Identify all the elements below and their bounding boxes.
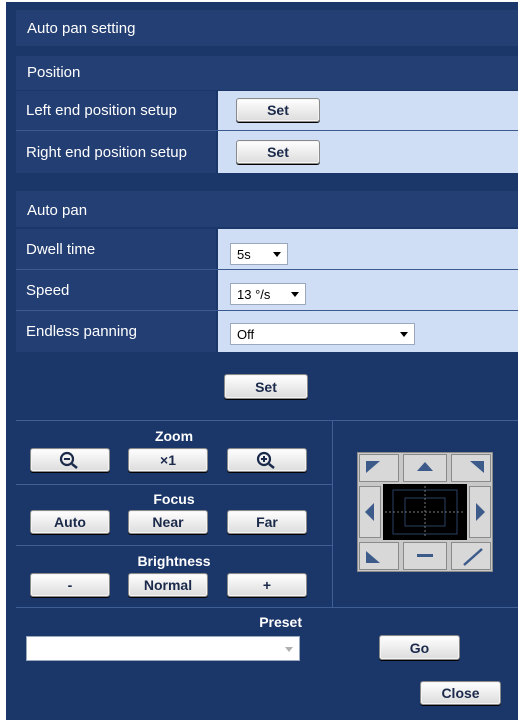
zoom-in-button[interactable] — [227, 448, 307, 472]
pan-up-left-button[interactable] — [359, 454, 399, 482]
endless-panning-select[interactable]: Off — [230, 323, 415, 345]
chevron-down-icon — [285, 647, 293, 652]
left-end-set-button[interactable]: Set — [236, 98, 320, 122]
brightness-plus-button[interactable]: + — [227, 573, 307, 597]
focus-near-button[interactable]: Near — [128, 510, 208, 534]
chevron-down-icon — [273, 252, 281, 257]
preset-go-button[interactable]: Go — [379, 635, 460, 660]
focus-auto-button[interactable]: Auto — [30, 510, 110, 534]
divider — [16, 484, 332, 485]
focus-far-button[interactable]: Far — [227, 510, 307, 534]
arrow-right-icon — [476, 503, 485, 521]
position-section-title: Position — [27, 64, 81, 81]
pan-right-button[interactable] — [469, 486, 491, 538]
zoom-label: Zoom — [154, 428, 194, 444]
dwell-time-label: Dwell time — [16, 229, 216, 269]
zoom-reset-button[interactable]: ×1 — [128, 448, 208, 472]
position-section-header — [16, 56, 518, 90]
tilt-down-button[interactable] — [403, 542, 447, 570]
pan-down-right-button[interactable] — [451, 542, 491, 570]
chevron-down-icon — [400, 332, 408, 337]
close-button[interactable]: Close — [420, 681, 501, 705]
right-end-label: Right end position setup — [16, 131, 216, 173]
pan-up-right-button[interactable] — [451, 454, 491, 482]
divider — [16, 545, 332, 546]
divider — [16, 607, 518, 608]
preset-label: Preset — [259, 614, 302, 630]
page-title: Auto pan setting — [27, 20, 136, 37]
arrow-up-left-icon — [366, 461, 380, 473]
zoom-out-icon — [59, 451, 78, 469]
brightness-label: Brightness — [137, 553, 211, 569]
speed-select[interactable]: 13 °/s — [230, 283, 306, 305]
left-end-label: Left end position setup — [16, 91, 216, 130]
divider — [332, 420, 333, 607]
speed-label: Speed — [16, 270, 216, 310]
divider — [16, 420, 518, 421]
zoom-out-button[interactable] — [30, 448, 110, 472]
endless-panning-label: Endless panning — [16, 311, 216, 352]
endless-panning-value: Off — [237, 326, 255, 342]
ptz-center-view[interactable] — [383, 484, 467, 540]
autopan-section-title: Auto pan — [27, 202, 88, 219]
autopan-section-header — [16, 191, 518, 227]
arrow-down-icon — [417, 554, 433, 557]
pan-left-button[interactable] — [359, 486, 381, 538]
arrow-down-right-icon — [463, 548, 483, 566]
focus-label: Focus — [153, 491, 195, 507]
chevron-down-icon — [291, 292, 299, 297]
arrow-left-icon — [365, 503, 374, 521]
brightness-minus-button[interactable]: - — [30, 573, 110, 597]
dwell-time-select[interactable]: 5s — [230, 243, 288, 265]
zoom-in-icon — [256, 451, 275, 469]
preset-select[interactable] — [26, 636, 300, 661]
brightness-normal-button[interactable]: Normal — [128, 573, 208, 597]
arrow-up-right-icon — [470, 461, 484, 473]
arrow-down-left-icon — [366, 551, 380, 563]
tilt-up-button[interactable] — [403, 454, 447, 482]
crosshair-icon — [385, 486, 465, 538]
arrow-up-icon — [417, 462, 433, 471]
ptz-control-pad — [357, 452, 493, 572]
right-end-set-button[interactable]: Set — [236, 140, 320, 164]
pan-down-left-button[interactable] — [359, 542, 399, 570]
dwell-time-value: 5s — [237, 246, 251, 262]
autopan-set-button[interactable]: Set — [224, 374, 308, 399]
speed-value: 13 °/s — [237, 286, 271, 302]
